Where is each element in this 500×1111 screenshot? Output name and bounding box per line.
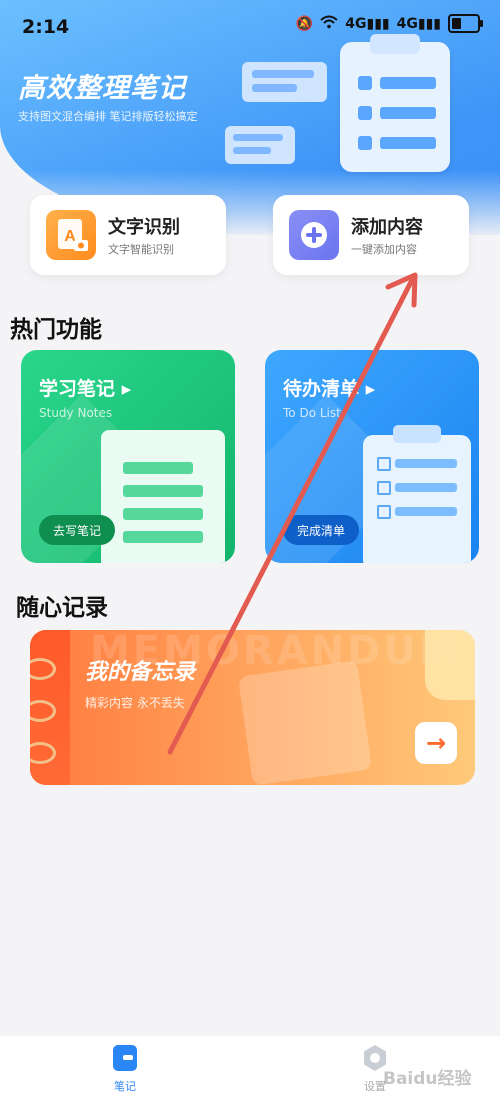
nav-item-notes[interactable]: 笔记 — [95, 1044, 155, 1094]
annotation-arrow — [167, 272, 418, 755]
watermark: Baidu经验 — [383, 1069, 472, 1089]
note-icon — [113, 1045, 137, 1071]
